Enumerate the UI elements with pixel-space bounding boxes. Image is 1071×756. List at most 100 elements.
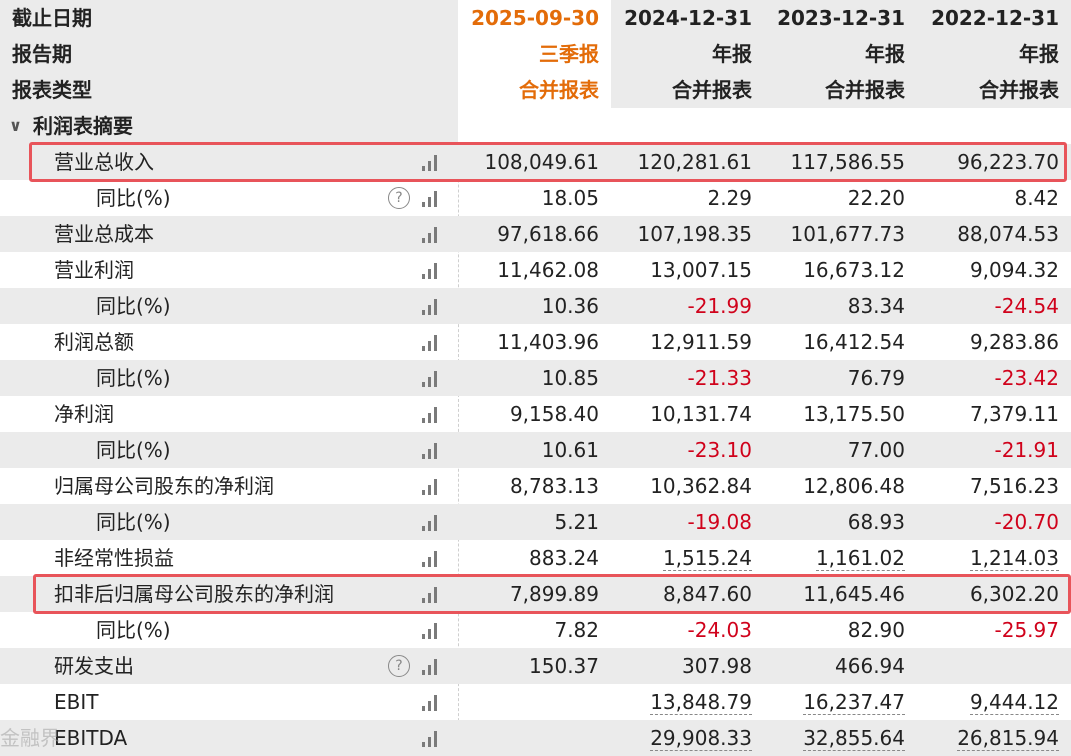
section-title: 利润表摘要 bbox=[33, 114, 133, 138]
header-value: 年报 bbox=[1019, 42, 1059, 66]
table-row: 扣非后归属母公司股东的净利润 7,899.89 8,847.60 11,645.46 6… bbox=[0, 576, 1071, 612]
row-label-cell: EBITDA bbox=[0, 720, 458, 756]
value-text: 8,783.13 bbox=[509, 474, 599, 498]
bar-chart-icon[interactable] bbox=[422, 587, 440, 603]
header-row: 报表类型 合并报表 合并报表 合并报表 合并报表 bbox=[0, 72, 1071, 108]
value-text: 101,677.73 bbox=[790, 222, 905, 246]
bar-chart-icon[interactable] bbox=[422, 659, 440, 675]
bar-chart-icon[interactable] bbox=[422, 695, 440, 711]
section-label-cell[interactable]: ∨ 利润表摘要 bbox=[0, 108, 458, 144]
question-circle-icon[interactable]: ? bbox=[388, 655, 410, 677]
table-row: 净利润 9,158.40 10,131.74 13,175.50 7,379.11 bbox=[0, 396, 1071, 432]
table-row: 同比(%) 10.61 -23.10 77.00 -21.91 bbox=[0, 432, 1071, 468]
value-text: 10.85 bbox=[541, 366, 599, 390]
value-text: 10,131.74 bbox=[650, 402, 752, 426]
bar-chart-icon[interactable] bbox=[422, 371, 440, 387]
value-text: 12,806.48 bbox=[803, 474, 905, 498]
table-row: 营业总成本 97,618.66 107,198.35 101,677.73 88,074… bbox=[0, 216, 1071, 252]
value-text: 13,175.50 bbox=[803, 402, 905, 426]
value-cell: 101,677.73 bbox=[764, 216, 917, 252]
value-cell: 16,237.47 bbox=[764, 684, 917, 720]
value-text: 18.05 bbox=[541, 186, 599, 210]
value-text: 150.37 bbox=[529, 654, 599, 678]
header-label-cell: 报告期 bbox=[0, 36, 458, 72]
bar-chart-icon[interactable] bbox=[422, 155, 440, 171]
value-text: 307.98 bbox=[682, 654, 752, 678]
value-text: 117,586.55 bbox=[790, 150, 905, 174]
value-cell: 97,618.66 bbox=[458, 216, 611, 252]
row-label: 研发支出 bbox=[54, 654, 134, 678]
row-label: 利润总额 bbox=[54, 330, 134, 354]
value-cell: -23.42 bbox=[917, 360, 1071, 396]
bar-chart-icon[interactable] bbox=[422, 623, 440, 639]
row-label: 营业总收入 bbox=[54, 150, 154, 174]
value-cell: 466.94 bbox=[764, 648, 917, 684]
bar-chart-icon[interactable] bbox=[422, 299, 440, 315]
income-statement-table: 截止日期 2025-09-30 2024-12-31 2023-12-31 2022-1… bbox=[0, 0, 1071, 756]
row-label: 营业总成本 bbox=[54, 222, 154, 246]
table-row: 利润总额 11,403.96 12,911.59 16,412.54 9,283.86 bbox=[0, 324, 1071, 360]
value-cell: 10,362.84 bbox=[611, 468, 764, 504]
bar-chart-icon[interactable] bbox=[422, 479, 440, 495]
chevron-down-icon[interactable]: ∨ bbox=[9, 108, 22, 144]
bar-chart-icon[interactable] bbox=[422, 191, 440, 207]
value-text: 7,516.23 bbox=[969, 474, 1059, 498]
value-cell: 18.05 bbox=[458, 180, 611, 216]
value-cell: 96,223.70 bbox=[917, 144, 1071, 180]
header-row: 截止日期 2025-09-30 2024-12-31 2023-12-31 2022-1… bbox=[0, 0, 1071, 36]
value-text: 8,847.60 bbox=[662, 582, 752, 606]
row-label: 同比(%) bbox=[96, 366, 171, 390]
value-text: 883.24 bbox=[529, 546, 599, 570]
header-value: 2024-12-31 bbox=[624, 6, 752, 30]
value-cell: 7,899.89 bbox=[458, 576, 611, 612]
value-cell: 88,074.53 bbox=[917, 216, 1071, 252]
value-cell: -23.10 bbox=[611, 432, 764, 468]
row-label-cell: 扣非后归属母公司股东的净利润 bbox=[0, 576, 458, 612]
value-cell: 5.21 bbox=[458, 504, 611, 540]
row-label: EBITDA bbox=[54, 726, 128, 750]
bar-chart-icon[interactable] bbox=[422, 443, 440, 459]
table-row: 研发支出? 150.37 307.98 466.94 bbox=[0, 648, 1071, 684]
value-cell: 29,908.33 bbox=[611, 720, 764, 756]
value-cell: 9,283.86 bbox=[917, 324, 1071, 360]
row-label-cell: 同比(%) bbox=[0, 504, 458, 540]
value-text: 8.42 bbox=[1014, 186, 1059, 210]
row-label-cell: 同比(%)? bbox=[0, 180, 458, 216]
bar-chart-icon[interactable] bbox=[422, 407, 440, 423]
header-value: 2022-12-31 bbox=[931, 6, 1059, 30]
bar-chart-icon[interactable] bbox=[422, 515, 440, 531]
value-text: -21.99 bbox=[687, 294, 752, 318]
bar-chart-icon[interactable] bbox=[422, 227, 440, 243]
value-cell: 150.37 bbox=[458, 648, 611, 684]
value-text: 466.94 bbox=[835, 654, 905, 678]
value-text: 26,815.94 bbox=[957, 726, 1059, 751]
table-row: 营业利润 11,462.08 13,007.15 16,673.12 9,094.32 bbox=[0, 252, 1071, 288]
value-cell: 11,403.96 bbox=[458, 324, 611, 360]
value-text: 9,283.86 bbox=[969, 330, 1059, 354]
table-row: 归属母公司股东的净利润 8,783.13 10,362.84 12,806.48 7,5… bbox=[0, 468, 1071, 504]
bar-chart-icon[interactable] bbox=[422, 263, 440, 279]
value-text: -24.03 bbox=[687, 618, 752, 642]
value-cell: 8,783.13 bbox=[458, 468, 611, 504]
row-label: 营业利润 bbox=[54, 258, 134, 282]
value-text: 9,094.32 bbox=[969, 258, 1059, 282]
value-text: 2.29 bbox=[707, 186, 752, 210]
value-text: 120,281.61 bbox=[637, 150, 752, 174]
value-cell: 9,444.12 bbox=[917, 684, 1071, 720]
question-circle-icon[interactable]: ? bbox=[388, 187, 410, 209]
empty-cell bbox=[917, 108, 1071, 144]
row-label-cell: 同比(%) bbox=[0, 612, 458, 648]
table-row: 同比(%) 10.36 -21.99 83.34 -24.54 bbox=[0, 288, 1071, 324]
section-row[interactable]: ∨ 利润表摘要 bbox=[0, 108, 1071, 144]
bar-chart-icon[interactable] bbox=[422, 335, 440, 351]
header-value: 合并报表 bbox=[672, 78, 752, 102]
value-text: -23.42 bbox=[994, 366, 1059, 390]
value-cell: 10,131.74 bbox=[611, 396, 764, 432]
value-text: 76.79 bbox=[847, 366, 905, 390]
bar-chart-icon[interactable] bbox=[422, 551, 440, 567]
header-row: 报告期 三季报 年报 年报 年报 bbox=[0, 36, 1071, 72]
value-text: 16,237.47 bbox=[803, 690, 905, 715]
header-value: 2025-09-30 bbox=[458, 0, 611, 36]
bar-chart-icon[interactable] bbox=[422, 731, 440, 747]
value-text: -24.54 bbox=[994, 294, 1059, 318]
